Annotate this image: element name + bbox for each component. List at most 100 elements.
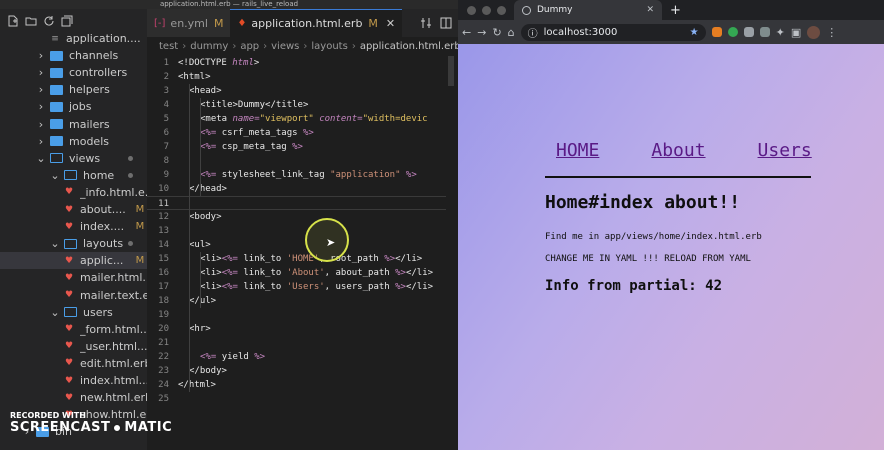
bookmark-star-icon[interactable]: ★: [690, 27, 699, 38]
breadcrumb-item[interactable]: layouts: [311, 41, 347, 52]
extension-icon[interactable]: [711, 27, 722, 37]
code-area[interactable]: 1 <!DOCTYPE html> 2 <html> 3 <head> 4 <title>Du…: [147, 56, 458, 450]
new-tab-button[interactable]: +: [670, 3, 681, 18]
compare-changes-icon[interactable]: [419, 17, 432, 30]
address-bar[interactable]: ⓘ localhost:3000 ★: [520, 23, 706, 41]
code-line[interactable]: 8: [147, 154, 458, 168]
breadcrumb-item[interactable]: views: [271, 41, 299, 52]
chevron-down-icon[interactable]: ⌄: [50, 169, 60, 182]
sidebar-icon[interactable]: ▣: [791, 26, 801, 39]
folder-item-channels[interactable]: › channels: [0, 47, 147, 64]
code-line[interactable]: 17 <li><%= link_to 'Users', users_path %>…: [147, 280, 458, 294]
scrollbar-thumb[interactable]: [448, 56, 454, 86]
code-line[interactable]: 22 <%= yield %>: [147, 350, 458, 364]
avatar[interactable]: [807, 25, 821, 39]
folder-item-models[interactable]: › models: [0, 133, 147, 150]
close-tab-icon[interactable]: ✕: [386, 17, 395, 30]
minimap[interactable]: [446, 56, 458, 450]
reload-icon[interactable]: ↻: [492, 26, 501, 39]
tab-en-yml[interactable]: [-] en.yml M: [147, 9, 231, 37]
file-item[interactable]: ♥ mailer.text.e...: [0, 287, 147, 304]
close-window-button[interactable]: [467, 5, 476, 15]
code-line[interactable]: 25: [147, 392, 458, 406]
file-item[interactable]: ♥ _form.html....: [0, 321, 147, 338]
menu-icon[interactable]: ⋮: [826, 26, 837, 39]
nav-link-about[interactable]: About: [651, 140, 705, 161]
folder-item-layouts[interactable]: ⌄ layouts: [0, 235, 147, 252]
split-editor-icon[interactable]: [439, 17, 452, 30]
folder-item-helpers[interactable]: › helpers: [0, 81, 147, 98]
code-line[interactable]: 3 <head>: [147, 84, 458, 98]
puzzle-extensions-icon[interactable]: ✦: [776, 26, 785, 39]
file-item[interactable]: ♥ index.... M: [0, 218, 147, 235]
file-item[interactable]: ♥ _user.html....: [0, 338, 147, 355]
code-line[interactable]: 4 <title>Dummy</title>: [147, 98, 458, 112]
code-line[interactable]: 19: [147, 308, 458, 322]
code-line[interactable]: 9 <%= stylesheet_link_tag "application" %…: [147, 168, 458, 182]
file-item[interactable]: ♥ index.html....: [0, 372, 147, 389]
back-icon[interactable]: ←: [462, 26, 471, 39]
chevron-right-icon[interactable]: ›: [36, 49, 46, 62]
folder-item-controllers[interactable]: › controllers: [0, 64, 147, 81]
nav-link-users[interactable]: Users: [758, 140, 812, 161]
browser-tab-dummy[interactable]: Dummy ✕: [514, 0, 662, 20]
file-item[interactable]: ♥ edit.html.erb: [0, 355, 147, 372]
chevron-down-icon[interactable]: ⌄: [50, 306, 60, 319]
file-item[interactable]: ♥ about.... M: [0, 201, 147, 218]
chevron-right-icon[interactable]: ›: [36, 135, 46, 148]
chevron-right-icon[interactable]: ›: [36, 100, 46, 113]
new-file-icon[interactable]: [6, 14, 19, 27]
code-line[interactable]: 5 <meta name="viewport" content="width=de…: [147, 112, 458, 126]
code-line[interactable]: 14 <ul>: [147, 238, 458, 252]
home-icon[interactable]: ⌂: [508, 26, 515, 39]
code-line[interactable]: 11: [147, 196, 458, 210]
folder-item-mailers[interactable]: › mailers: [0, 116, 147, 133]
close-tab-icon[interactable]: ✕: [646, 5, 654, 15]
code-line[interactable]: 6 <%= csrf_meta_tags %>: [147, 126, 458, 140]
folder-item-views[interactable]: ⌄ views: [0, 150, 147, 167]
code-line[interactable]: 18 </ul>: [147, 294, 458, 308]
code-line[interactable]: 23 </body>: [147, 364, 458, 378]
code-line[interactable]: 24 </html>: [147, 378, 458, 392]
code-line[interactable]: 20 <hr>: [147, 322, 458, 336]
chevron-right-icon[interactable]: ›: [36, 66, 46, 79]
minimize-window-button[interactable]: [482, 5, 491, 15]
file-item[interactable]: ♥ new.html.erb: [0, 389, 147, 406]
nav-link-home[interactable]: HOME: [556, 140, 599, 161]
refresh-icon[interactable]: [42, 14, 55, 27]
file-item[interactable]: ≡ application....: [0, 30, 147, 47]
file-item[interactable]: ♥ mailer.html....: [0, 269, 147, 286]
tree-item-label: models: [69, 134, 109, 148]
file-item[interactable]: ♥ _info.html.e...: [0, 184, 147, 201]
code-line[interactable]: 16 <li><%= link_to 'About', about_path %>…: [147, 266, 458, 280]
collapse-all-icon[interactable]: [60, 14, 73, 27]
maximize-window-button[interactable]: [497, 5, 506, 15]
extension-icon[interactable]: [759, 27, 770, 37]
chevron-down-icon[interactable]: ⌄: [36, 152, 46, 165]
info-icon[interactable]: ⓘ: [528, 25, 538, 40]
code-line[interactable]: 15 <li><%= link_to 'HOME', root_path %></…: [147, 252, 458, 266]
forward-icon[interactable]: →: [477, 26, 486, 39]
code-line[interactable]: 7 <%= csp_meta_tag %>: [147, 140, 458, 154]
code-line[interactable]: 21: [147, 336, 458, 350]
breadcrumb-item[interactable]: test: [159, 41, 178, 52]
file-item[interactable]: ♥ applic... M: [0, 252, 147, 270]
new-folder-icon[interactable]: [24, 14, 37, 27]
breadcrumb-item[interactable]: app: [240, 41, 259, 52]
extension-icon[interactable]: [743, 27, 754, 37]
code-line[interactable]: 1 <!DOCTYPE html>: [147, 56, 458, 70]
folder-item-jobs[interactable]: › jobs: [0, 98, 147, 115]
chevron-right-icon[interactable]: ›: [36, 118, 46, 131]
code-line[interactable]: 13: [147, 224, 458, 238]
code-line[interactable]: 12 <body>: [147, 210, 458, 224]
breadcrumb-item[interactable]: dummy: [190, 41, 228, 52]
folder-item-home[interactable]: ⌄ home: [0, 167, 147, 184]
code-line[interactable]: 10 </head>: [147, 182, 458, 196]
tab-application-html-erb[interactable]: ♦ application.html.erb M ✕: [230, 9, 403, 37]
code-line[interactable]: 2 <html>: [147, 70, 458, 84]
folder-item-users[interactable]: ⌄ users: [0, 304, 147, 321]
chevron-down-icon[interactable]: ⌄: [50, 237, 60, 250]
extension-icon[interactable]: [727, 27, 738, 37]
breadcrumb-item[interactable]: application.html.erb: [360, 41, 458, 52]
chevron-right-icon[interactable]: ›: [36, 83, 46, 96]
